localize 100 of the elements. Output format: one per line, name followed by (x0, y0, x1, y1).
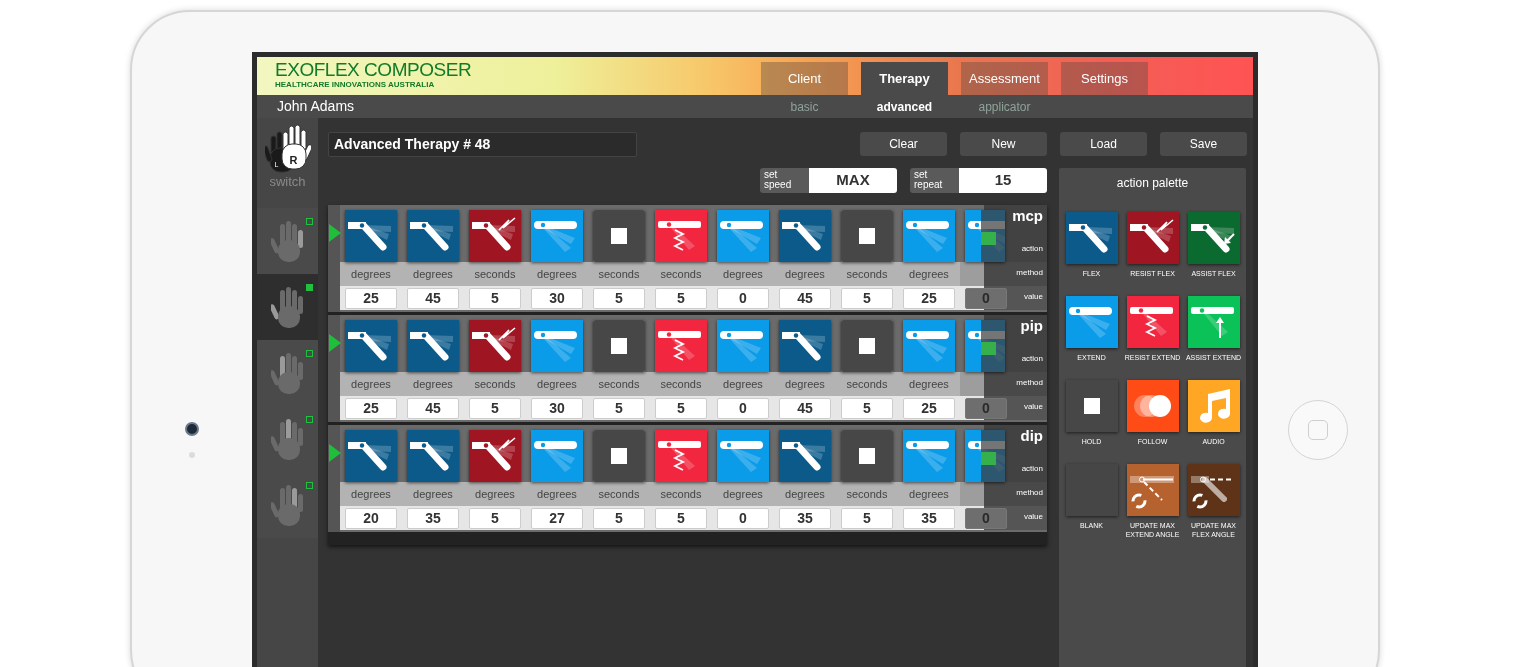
hold-icon[interactable] (841, 430, 893, 482)
method-cell: degrees (712, 372, 774, 396)
value-heading: value (1023, 401, 1043, 412)
value-field[interactable]: 5 (655, 397, 707, 419)
value-field[interactable]: 5 (655, 507, 707, 529)
extend-icon[interactable] (965, 430, 1005, 482)
value-field[interactable]: 5 (593, 397, 645, 419)
update-extend-icon[interactable] (1126, 464, 1179, 516)
play-icon[interactable] (329, 224, 341, 242)
finger-item[interactable] (257, 208, 318, 274)
finger-item[interactable] (257, 340, 318, 406)
finger-item[interactable] (257, 472, 318, 538)
method-cell: degrees (898, 262, 960, 286)
method-cell: seconds (464, 262, 526, 286)
hold-icon[interactable] (593, 320, 645, 372)
resist-flex-icon[interactable] (469, 320, 521, 372)
value-field[interactable]: 35 (903, 507, 955, 529)
app-title: EXOFLEX COMPOSER (275, 60, 473, 80)
hold-icon[interactable] (841, 210, 893, 262)
value-field[interactable]: 25 (903, 287, 955, 309)
value-field[interactable]: 25 (903, 397, 955, 419)
method-heading: method (1016, 377, 1043, 388)
joint-name: mcp (1012, 207, 1043, 225)
therapy-name-field[interactable]: Advanced Therapy # 48 (328, 132, 637, 157)
hold-icon[interactable] (1065, 380, 1118, 432)
flex-icon[interactable] (779, 430, 831, 482)
value-field[interactable]: 35 (779, 507, 831, 529)
extend-icon[interactable] (965, 210, 1005, 262)
method-cell: seconds (650, 372, 712, 396)
update-flex-icon[interactable] (1187, 464, 1240, 516)
finger-item[interactable] (257, 274, 318, 340)
method-heading: method (1016, 487, 1043, 498)
speed-control[interactable]: set speed MAX (760, 168, 897, 193)
method-cell: seconds (650, 262, 712, 286)
value-field[interactable]: 20 (345, 507, 397, 529)
flex-icon[interactable] (345, 210, 397, 262)
resist-flex-icon[interactable] (469, 210, 521, 262)
resist-extend-icon[interactable] (655, 320, 707, 372)
value-field[interactable]: 5 (469, 287, 521, 309)
action-label: action (1021, 243, 1043, 254)
value-field[interactable]: 45 (779, 397, 831, 419)
hand-icon (270, 218, 305, 264)
value-field[interactable]: 25 (345, 287, 397, 309)
value-field[interactable]: 45 (779, 287, 831, 309)
value-field[interactable]: 0 (717, 507, 769, 529)
value-field[interactable]: 25 (345, 397, 397, 419)
value-field[interactable]: 45 (407, 287, 459, 309)
play-icon[interactable] (329, 444, 341, 462)
value-field[interactable]: 0 (717, 397, 769, 419)
value-field[interactable]: 45 (407, 397, 459, 419)
extend-icon[interactable] (965, 320, 1005, 372)
method-cell: degrees (526, 262, 588, 286)
value-field[interactable]: 35 (407, 507, 459, 529)
flex-icon[interactable] (779, 320, 831, 372)
flex-icon[interactable] (1065, 212, 1118, 264)
resist-flex-icon[interactable] (1126, 212, 1179, 264)
flex-icon[interactable] (779, 210, 831, 262)
value-field[interactable]: 5 (841, 507, 893, 529)
method-cell: seconds (588, 262, 650, 286)
value-field[interactable]: 5 (655, 287, 707, 309)
sub-tab[interactable]: advanced (861, 97, 948, 116)
toolbar-button[interactable]: Save (1160, 132, 1247, 156)
value-field[interactable]: 5 (593, 287, 645, 309)
flex-icon[interactable] (407, 320, 459, 372)
app-subtitle: HEALTHCARE INNOVATIONS AUSTRALIA (275, 80, 436, 90)
value-field[interactable]: 30 (531, 397, 583, 419)
value-field[interactable]: 27 (531, 507, 583, 529)
method-cell: degrees (712, 262, 774, 286)
resist-extend-icon[interactable] (655, 430, 707, 482)
flex-icon[interactable] (345, 320, 397, 372)
nav-tab[interactable]: Therapy (861, 62, 948, 95)
method-cell: degrees (402, 482, 464, 506)
value-field[interactable]: 5 (469, 397, 521, 419)
hold-icon[interactable] (841, 320, 893, 372)
toolbar-button[interactable]: Clear (860, 132, 947, 156)
flex-icon[interactable] (345, 430, 397, 482)
right-hand-icon[interactable] (278, 124, 311, 170)
repeat-control[interactable]: set repeat 15 (910, 168, 1047, 193)
value-field[interactable]: 5 (593, 507, 645, 529)
resist-extend-icon[interactable] (1126, 296, 1179, 348)
value-field[interactable]: 30 (531, 287, 583, 309)
hold-icon[interactable] (593, 210, 645, 262)
follow-icon[interactable] (1126, 380, 1179, 432)
value-field[interactable]: 5 (841, 287, 893, 309)
flex-icon[interactable] (407, 430, 459, 482)
value-field[interactable]: 5 (469, 507, 521, 529)
blank-tile[interactable] (1065, 464, 1118, 516)
hold-icon[interactable] (593, 430, 645, 482)
method-cell: degrees (898, 482, 960, 506)
value-field[interactable]: 5 (841, 397, 893, 419)
resist-flex-icon[interactable] (469, 430, 521, 482)
value-field[interactable]: 0 (717, 287, 769, 309)
toolbar-button[interactable]: New (960, 132, 1047, 156)
flex-icon[interactable] (407, 210, 459, 262)
play-icon[interactable] (329, 334, 341, 352)
nav-tab[interactable]: Settings (1061, 62, 1148, 95)
resist-extend-icon[interactable] (655, 210, 707, 262)
assist-flex-icon[interactable] (1187, 212, 1240, 264)
toolbar-button[interactable]: Load (1060, 132, 1147, 156)
nav-tab[interactable]: Assessment (961, 62, 1048, 95)
